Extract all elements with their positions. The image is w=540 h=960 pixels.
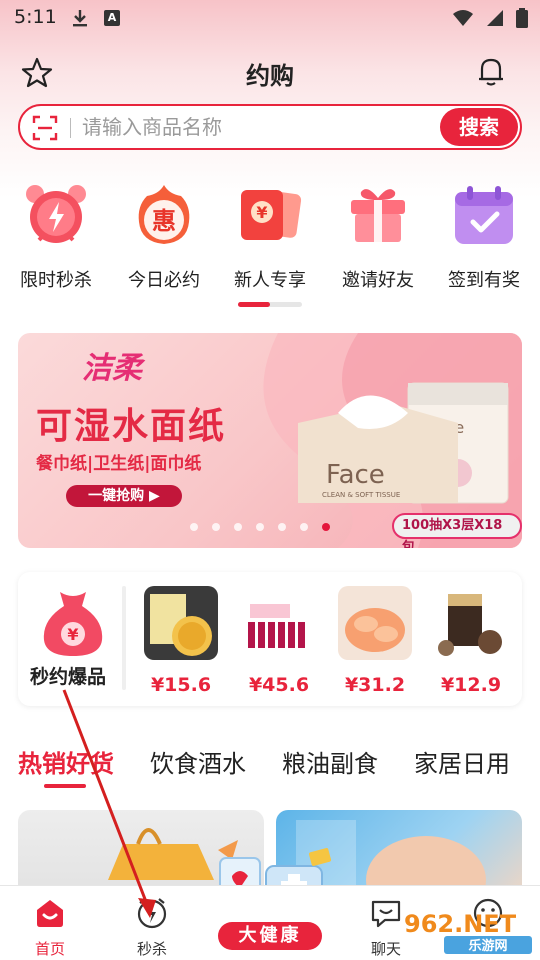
product-image-drinks	[242, 586, 316, 660]
category-today-deal[interactable]: 惠 今日必约	[110, 182, 218, 292]
status-right-icons	[452, 8, 528, 28]
download-icon	[73, 10, 87, 27]
banner-cta-label: 一键抢购	[88, 488, 145, 504]
tab-grain-oil[interactable]: 粮油副食	[282, 744, 378, 779]
category-label: 新人专享	[234, 270, 306, 291]
tab-hot-goods[interactable]: 热销好货	[18, 744, 114, 779]
gift-box-icon	[351, 189, 405, 242]
banner-brand-logo: 洁柔	[82, 351, 142, 386]
category-checkin[interactable]: 签到有奖	[430, 182, 538, 292]
active-tab-underline	[44, 784, 86, 788]
category-scroll-thumb	[238, 302, 270, 307]
banner-title: 可湿水面纸	[36, 406, 227, 447]
category-scroll-indicator	[238, 302, 302, 307]
banner-dot[interactable]	[234, 523, 242, 531]
watermark-sub: 乐游网	[468, 938, 507, 954]
tissue-box-caption: CLEAN & SOFT TISSUE	[322, 491, 400, 499]
tab-home-daily[interactable]: 家居日用	[414, 744, 510, 779]
flash-sale-section: ¥ 秒约爆品 ¥15.6 ¥45.6 ¥31.2 ¥12.9	[18, 572, 522, 706]
site-watermark-logo: 962.NET 乐游网	[404, 910, 532, 954]
search-button[interactable]: 搜索	[440, 108, 518, 146]
search-bar: 搜索	[18, 104, 522, 150]
banner-dot[interactable]	[300, 523, 308, 531]
category-label: 签到有奖	[448, 270, 520, 291]
home-icon	[37, 900, 63, 927]
category-tabs: 热销好货 饮食酒水 粮油副食 家居日用	[0, 744, 540, 794]
flash-item-price: ¥12.9	[440, 674, 502, 696]
product-image-candy	[338, 586, 412, 660]
banner-dot[interactable]	[190, 523, 198, 531]
chat-bubble-icon	[371, 900, 401, 928]
banner-dot[interactable]	[278, 523, 286, 531]
flash-item[interactable]: ¥31.2	[336, 586, 414, 696]
notification-bell-icon[interactable]	[474, 54, 508, 88]
svg-text:惠: 惠	[152, 207, 176, 235]
flash-item-price: ¥45.6	[248, 674, 310, 696]
banner-dot-active[interactable]	[322, 523, 330, 531]
category-label: 限时秒杀	[20, 270, 92, 291]
battery-icon	[516, 8, 528, 28]
signal-icon	[487, 10, 503, 26]
red-envelope-icon: ¥	[241, 190, 302, 240]
tissue-box-image: Face CLEAN & SOFT TISSUE	[298, 395, 458, 503]
banner-subtitle: 餐巾纸|卫生纸|面巾纸	[36, 454, 202, 474]
svg-text:¥: ¥	[67, 625, 78, 644]
hui-badge-icon: 惠	[138, 185, 190, 244]
status-time: 5:11	[14, 6, 57, 28]
calendar-check-icon	[455, 186, 513, 244]
product-image-food	[144, 586, 218, 660]
page-title: 约购	[246, 62, 294, 90]
promo-banner[interactable]: 洁柔 可湿水面纸 餐巾纸|卫生纸|面巾纸 一键抢购 ▶ Face Face CL…	[18, 333, 522, 548]
status-bar: 5:11 A	[0, 0, 540, 36]
alarm-clock-icon	[26, 185, 86, 243]
tab-food-drinks[interactable]: 饮食酒水	[150, 744, 246, 779]
banner-pack-info: 100抽X3层X18包	[392, 513, 522, 548]
flash-sale-separator	[122, 586, 126, 690]
category-label: 今日必约	[128, 270, 200, 291]
banner-dot[interactable]	[256, 523, 264, 531]
flash-item-price: ¥15.6	[150, 674, 212, 696]
nav-big-health-button[interactable]: 大健康	[218, 922, 322, 950]
search-divider	[70, 118, 71, 138]
nav-home-label: 首页	[34, 940, 65, 958]
wifi-icon	[453, 10, 473, 26]
flash-item[interactable]: ¥12.9	[432, 586, 510, 696]
scan-icon[interactable]	[32, 115, 58, 141]
nav-home[interactable]: 首页	[20, 896, 80, 959]
flash-clock-icon	[137, 898, 167, 929]
category-new-user[interactable]: ¥ 新人专享	[216, 182, 324, 292]
flash-item[interactable]: ¥15.6	[142, 586, 220, 696]
play-icon: ▶	[149, 488, 160, 504]
search-input[interactable]	[82, 112, 442, 142]
category-label: 邀请好友	[342, 270, 414, 291]
tissue-box-brand: Face	[326, 460, 385, 490]
product-image-powder	[434, 586, 508, 660]
banner-cta-button[interactable]: 一键抢购 ▶	[66, 485, 182, 507]
flash-item-price: ¥31.2	[344, 674, 406, 696]
watermark-text: 962.NET	[404, 910, 517, 938]
flash-item[interactable]: ¥45.6	[240, 586, 318, 696]
notification-a-icon: A	[104, 10, 120, 26]
nav-flash-sale-label: 秒杀	[136, 940, 167, 958]
quick-categories: 限时秒杀 惠 今日必约 ¥ 新人专享 邀请好友 签到有奖	[0, 182, 540, 292]
money-bag-icon[interactable]: ¥	[40, 588, 106, 658]
app-header: 约购	[0, 48, 540, 98]
svg-text:¥: ¥	[256, 203, 267, 222]
flash-sale-label: 秒约爆品	[30, 666, 107, 688]
nav-flash-sale[interactable]: 秒杀	[122, 896, 182, 959]
banner-dot[interactable]	[212, 523, 220, 531]
category-invite-friends[interactable]: 邀请好友	[324, 182, 432, 292]
category-flash-sale[interactable]: 限时秒杀	[2, 182, 110, 292]
banner-pagination	[190, 523, 330, 531]
